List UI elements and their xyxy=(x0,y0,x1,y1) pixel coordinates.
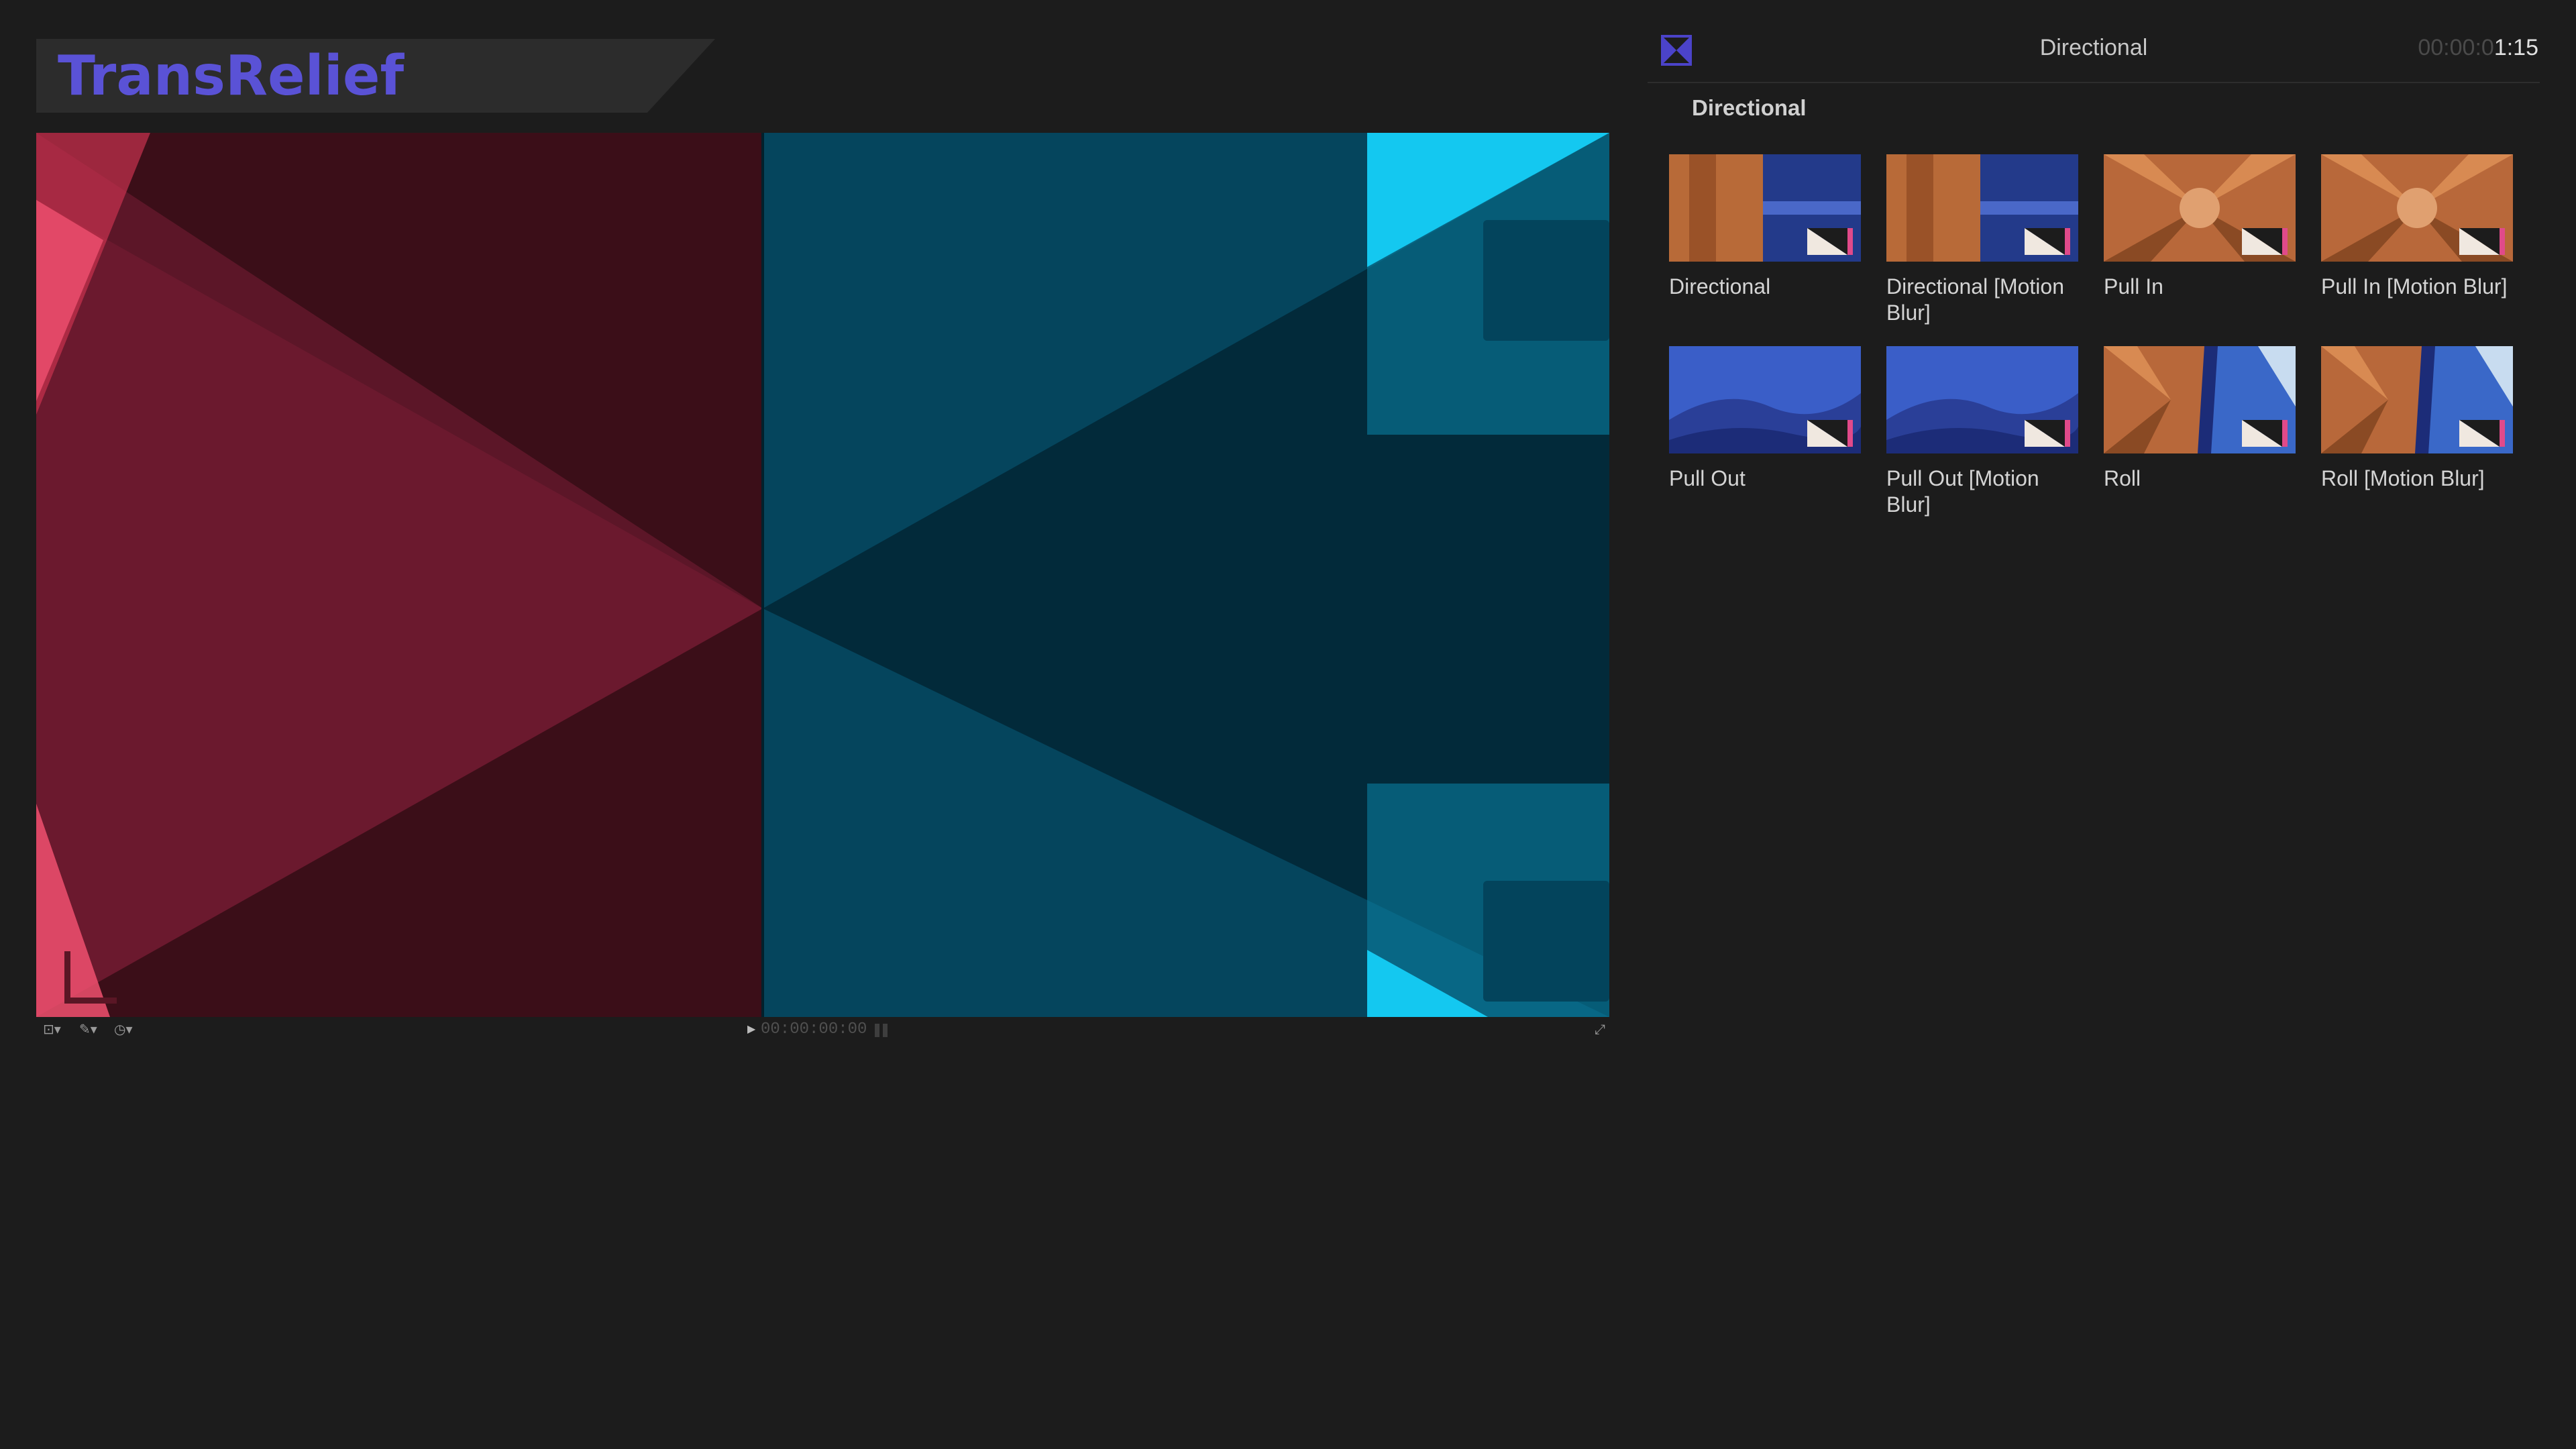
preset-thumbnail xyxy=(2104,346,2296,453)
inspector-header: Directional 00:00:01:15 xyxy=(1648,21,2540,83)
inspector-title: Directional xyxy=(2039,35,2148,60)
preset-thumbnail xyxy=(2104,154,2296,262)
fullscreen-icon[interactable]: ⤢ xyxy=(1595,1018,1605,1041)
preset-tile[interactable]: Pull In [Motion Blur] xyxy=(2321,154,2516,300)
play-icon[interactable]: ▶ xyxy=(747,1018,755,1041)
preset-label: Pull Out xyxy=(1669,466,1746,490)
preset-thumbnail xyxy=(2321,154,2513,262)
preset-tile[interactable]: Pull In xyxy=(2104,154,2298,300)
preset-tile[interactable]: Directional xyxy=(1669,154,1864,300)
viewer-controls: ⊡▾ ✎▾ ◷▾ ▶ 00:00:00:00 ⤢ xyxy=(36,1018,1609,1041)
preset-thumbnail xyxy=(1886,346,2078,453)
crop-icon[interactable]: ⊡▾ xyxy=(43,1018,61,1041)
app-logo: TransRelief xyxy=(58,44,405,108)
corner-bracket-icon xyxy=(64,951,117,1004)
duration-dim-part: 00:00:0 xyxy=(2418,35,2494,60)
preset-tile[interactable]: Pull Out xyxy=(1669,346,1864,492)
viewer-frame-graphic xyxy=(36,133,1609,1017)
preset-tile[interactable]: Roll xyxy=(2104,346,2298,492)
video-viewer[interactable] xyxy=(36,133,1609,1017)
preset-thumbnail xyxy=(1669,154,1861,262)
viewer-timecode: 00:00:00:00 xyxy=(761,1020,867,1038)
app-logo-banner: TransRelief xyxy=(36,39,715,113)
inspector-duration: 00:00:01:15 xyxy=(2418,35,2538,61)
inspector-panel: Directional 00:00:01:15 Directional Dire… xyxy=(1648,21,2540,692)
preset-tile[interactable]: Pull Out [Motion Blur] xyxy=(1886,346,2081,518)
preset-label: Directional xyxy=(1669,274,1771,299)
duration-bright-part: 1:15 xyxy=(2493,35,2538,60)
pause-icon[interactable] xyxy=(873,1024,890,1037)
preset-thumbnail xyxy=(1886,154,2078,262)
preset-label: Pull In [Motion Blur] xyxy=(2321,274,2508,299)
preset-label: Roll [Motion Blur] xyxy=(2321,466,2485,490)
preset-label: Directional [Motion Blur] xyxy=(1886,274,2064,325)
preset-label: Pull In xyxy=(2104,274,2163,299)
preset-thumbnail xyxy=(1669,346,1861,453)
preset-tile[interactable]: Roll [Motion Blur] xyxy=(2321,346,2516,492)
speed-icon[interactable]: ◷▾ xyxy=(114,1018,133,1041)
wand-icon[interactable]: ✎▾ xyxy=(79,1018,97,1041)
section-label: Directional xyxy=(1692,95,1807,120)
preset-label: Roll xyxy=(2104,466,2141,490)
preset-tile[interactable]: Directional [Motion Blur] xyxy=(1886,154,2081,326)
preset-label: Pull Out [Motion Blur] xyxy=(1886,466,2039,517)
preset-thumbnail xyxy=(2321,346,2513,453)
